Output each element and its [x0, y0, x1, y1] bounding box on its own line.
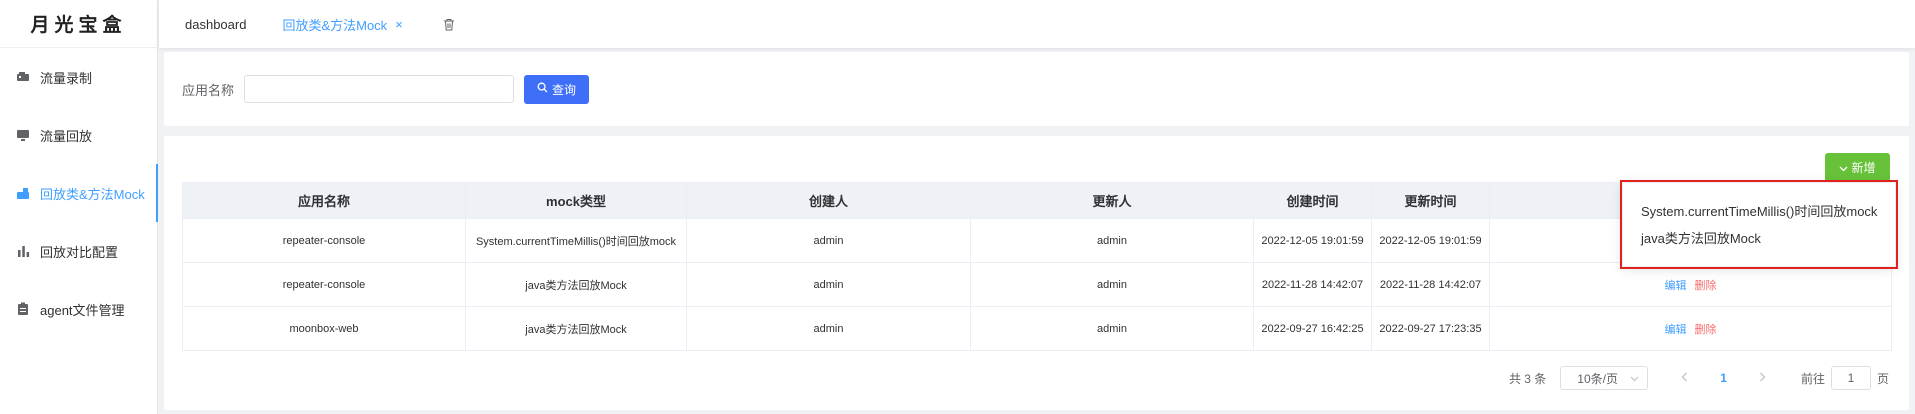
table-panel: 新增 应用名称 mock类型 创建人 更新人 创建时间 更新时间 操作 repe…: [164, 136, 1909, 410]
column-header: 创建人: [686, 182, 971, 219]
add-button[interactable]: 新增: [1825, 153, 1890, 182]
page-size-select[interactable]: 10条/页: [1560, 366, 1649, 390]
sidebar-item-replay-mock[interactable]: 回放类&方法Mock: [0, 164, 158, 222]
cell-type: System.currentTimeMillis()时间回放mock: [465, 218, 687, 263]
cell-actions: 编辑删除: [1489, 262, 1892, 307]
sidebar-item-replay-compare-config[interactable]: 回放对比配置: [0, 222, 157, 280]
chevron-down-icon: [1839, 161, 1848, 175]
add-dropdown-menu: System.currentTimeMillis()时间回放mock java类…: [1622, 182, 1896, 267]
cell-updater: admin: [970, 262, 1254, 307]
search-icon: [537, 82, 548, 96]
sidebar-item-label: agent文件管理: [40, 302, 125, 318]
delete-link[interactable]: 删除: [1695, 280, 1717, 292]
close-icon[interactable]: ×: [395, 17, 403, 32]
trash-icon[interactable]: [443, 18, 455, 31]
goto-page: 前往 页: [1801, 366, 1889, 390]
cell-updated: 2022-11-28 14:42:07: [1371, 262, 1490, 307]
tab-replay-mock[interactable]: 回放类&方法Mock ×: [282, 15, 402, 34]
monitor-icon: [16, 128, 30, 142]
sidebar-item-label: 回放对比配置: [40, 244, 119, 260]
tab-dashboard[interactable]: dashboard: [185, 17, 246, 32]
prev-page-icon[interactable]: [1674, 371, 1694, 385]
dropdown-item-time-mock[interactable]: System.currentTimeMillis()时间回放mock: [1623, 198, 1895, 225]
cell-type: java类方法回放Mock: [465, 306, 687, 351]
cell-app: moonbox-web: [182, 306, 466, 351]
page-size-value: 10条/页: [1577, 371, 1618, 386]
search-panel: 应用名称 查询: [164, 52, 1909, 126]
cell-actions: 编辑删除: [1489, 306, 1892, 351]
cell-updated: 2022-09-27 17:23:35: [1371, 306, 1490, 351]
search-button-label: 查询: [552, 82, 577, 97]
tab-bar: dashboard 回放类&方法Mock ×: [159, 0, 1915, 48]
cell-creator: admin: [686, 262, 971, 307]
goto-suffix: 页: [1876, 371, 1889, 386]
page-number[interactable]: 1: [1720, 371, 1727, 385]
cell-app: repeater-console: [182, 262, 466, 307]
cell-creator: admin: [686, 218, 971, 263]
app-logo: 月光宝盒: [0, 0, 157, 48]
cell-creator: admin: [686, 306, 971, 351]
goto-page-input[interactable]: [1830, 366, 1871, 390]
table-row: repeater-console java类方法回放Mock admin adm…: [182, 262, 1892, 307]
cell-created: 2022-11-28 14:42:07: [1253, 262, 1372, 307]
total-count: 共 3 条: [1508, 371, 1547, 386]
sidebar-item-traffic-recording[interactable]: 流量录制: [0, 48, 157, 106]
column-header: 创建时间: [1253, 182, 1372, 219]
clipboard-icon: [16, 302, 30, 316]
edit-link[interactable]: 编辑: [1665, 324, 1687, 336]
cell-created: 2022-09-27 16:42:25: [1253, 306, 1372, 351]
column-header: 更新时间: [1371, 182, 1490, 219]
goto-prefix: 前往: [1800, 371, 1825, 386]
cell-created: 2022-12-05 19:01:59: [1253, 218, 1372, 263]
cell-updater: admin: [970, 218, 1254, 263]
cell-updated: 2022-12-05 19:01:59: [1371, 218, 1490, 263]
bar-chart-icon: [16, 244, 30, 258]
column-header: mock类型: [465, 182, 687, 219]
table-row: moonbox-web java类方法回放Mock admin admin 20…: [182, 306, 1892, 351]
dropdown-item-java-mock[interactable]: java类方法回放Mock: [1623, 225, 1895, 252]
tab-label: 回放类&方法Mock: [282, 17, 388, 33]
sidebar-item-agent-file-management[interactable]: agent文件管理: [0, 280, 157, 338]
sidebar-item-label: 流量回放: [40, 128, 93, 144]
add-button-label: 新增: [1851, 161, 1876, 175]
cell-type: java类方法回放Mock: [465, 262, 687, 307]
pagination: 共 3 条 10条/页 1 前往 页: [1509, 366, 1889, 390]
column-header: 应用名称: [182, 182, 466, 219]
search-button[interactable]: 查询: [524, 74, 590, 104]
edit-link[interactable]: 编辑: [1665, 280, 1687, 292]
delete-link[interactable]: 删除: [1695, 324, 1717, 336]
mock-icon: [16, 186, 30, 200]
column-header: 更新人: [970, 182, 1254, 219]
next-page-icon[interactable]: [1753, 371, 1773, 385]
chevron-down-icon: [1630, 371, 1639, 385]
app-name-label: 应用名称: [182, 82, 235, 98]
sidebar-item-traffic-replay[interactable]: 流量回放: [0, 106, 157, 164]
sidebar-item-label: 回放类&方法Mock: [40, 186, 145, 202]
cell-app: repeater-console: [182, 218, 466, 263]
recording-icon: [16, 70, 30, 84]
app-name-input[interactable]: [244, 75, 515, 103]
sidebar-item-label: 流量录制: [40, 70, 93, 86]
sidebar: 月光宝盒 流量录制 流量回放 回放类&方法Mock 回放对比配置 agent文件…: [0, 0, 158, 414]
cell-updater: admin: [970, 306, 1254, 351]
